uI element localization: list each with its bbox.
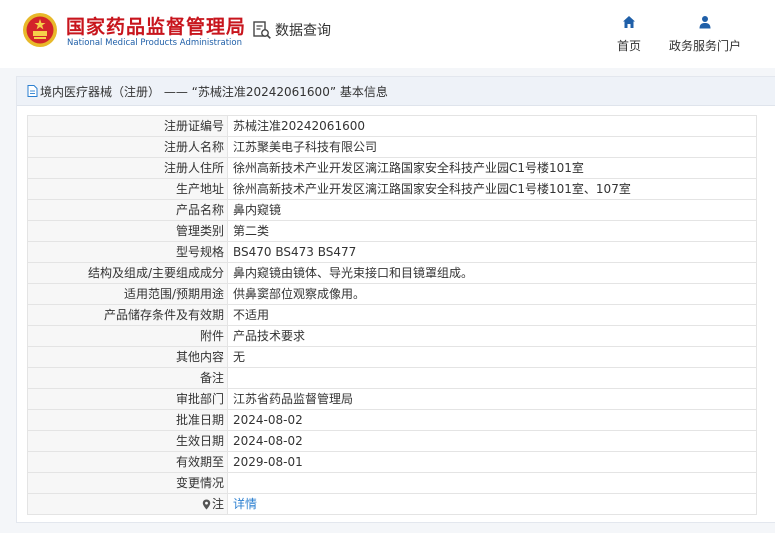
field-label: 注册人住所 (27, 157, 228, 179)
table-row: 有效期至 2029-08-01 (27, 451, 757, 473)
site-header: 国家药品监督管理局 National Medical Products Admi… (0, 0, 775, 68)
site-subtitle: National Medical Products Administration (67, 38, 242, 48)
table-row: 其他内容无 (27, 346, 757, 368)
table-row: 审批部门 江苏省药品监督管理局 (27, 388, 757, 410)
field-label: 有效期至 (27, 451, 228, 473)
field-value: 苏械注准20242061600 (227, 115, 757, 137)
nav-service-label: 政务服务门户 (668, 39, 741, 53)
field-value (227, 472, 757, 494)
field-label: 产品储存条件及有效期 (27, 304, 228, 326)
table-row: 产品名称 鼻内窥镜 (27, 199, 757, 221)
field-label: 管理类别 (27, 220, 228, 242)
field-label: 备注 (27, 367, 228, 389)
field-label: 其他内容 (27, 346, 228, 368)
field-label: 审批部门 (27, 388, 228, 410)
document-search-icon (253, 21, 271, 39)
field-label: 注册证编号 (27, 115, 228, 137)
details-link[interactable]: 详情 (233, 497, 257, 511)
table-row: 注册证编号 苏械注准20242061600 (27, 115, 757, 137)
field-value: BS470 BS473 BS477 (227, 241, 757, 263)
table-row: 注册人名称 江苏聚美电子科技有限公司 (27, 136, 757, 158)
table-row: 产品储存条件及有效期 不适用 (27, 304, 757, 326)
field-label: 生效日期 (27, 430, 228, 452)
field-label: 适用范围/预期用途 (27, 283, 228, 305)
field-label: 结构及组成/主要组成成分 (27, 262, 228, 284)
note-label: 注 (211, 497, 224, 511)
table-row: 变更情况 (27, 472, 757, 494)
field-value: 第二类 (227, 220, 757, 242)
field-value: 供鼻窦部位观察成像用。 (227, 283, 757, 305)
field-label: 型号规格 (27, 241, 228, 263)
nav-home[interactable]: 首页 (612, 14, 646, 54)
field-value (227, 367, 757, 389)
note-label-cell: 注 (27, 493, 228, 515)
data-query-label: 数据查询 (275, 23, 331, 39)
field-label: 批准日期 (27, 409, 228, 431)
table-row: 批准日期 2024-08-02 (27, 409, 757, 431)
field-value: 徐州高新技术产业开发区漓江路国家安全科技产业园C1号楼101室 (227, 157, 757, 179)
field-value: 2024-08-02 (227, 409, 757, 431)
field-label: 注册人名称 (27, 136, 228, 158)
table-row: 附件 产品技术要求 (27, 325, 757, 347)
table-row: 生效日期 2024-08-02 (27, 430, 757, 452)
national-emblem-icon (23, 13, 57, 47)
home-icon (623, 16, 635, 28)
field-value: 2029-08-01 (227, 451, 757, 473)
field-value: 江苏聚美电子科技有限公司 (227, 136, 757, 158)
field-label: 产品名称 (27, 199, 228, 221)
table-row: 注册人住所 徐州高新技术产业开发区漓江路国家安全科技产业园C1号楼101室 (27, 157, 757, 179)
site-title: 国家药品监督管理局 (66, 16, 247, 38)
table-row-note: 注 详情 (27, 493, 757, 515)
field-value: 徐州高新技术产业开发区漓江路国家安全科技产业园C1号楼101室、107室 (227, 178, 757, 200)
field-label: 变更情况 (27, 472, 228, 494)
field-value: 无 (227, 346, 757, 368)
field-label: 附件 (27, 325, 228, 347)
detail-panel: 境内医疗器械（注册） —— “苏械注准20242061600” 基本信息 注册证… (16, 76, 775, 523)
table-row: 生产地址 徐州高新技术产业开发区漓江路国家安全科技产业园C1号楼101室、107室 (27, 178, 757, 200)
nav-home-label: 首页 (616, 39, 641, 53)
table-row: 备注 (27, 367, 757, 389)
table-row: 型号规格 BS470 BS473 BS477 (27, 241, 757, 263)
panel-header: 境内医疗器械（注册） —— “苏械注准20242061600” 基本信息 (17, 77, 775, 106)
table-row: 适用范围/预期用途 供鼻窦部位观察成像用。 (27, 283, 757, 305)
detail-table: 注册证编号 苏械注准20242061600 注册人名称 江苏聚美电子科技有限公司 注… (27, 115, 757, 515)
note-value-cell: 详情 (227, 493, 757, 515)
field-value: 鼻内窥镜 (227, 199, 757, 221)
field-value: 鼻内窥镜由镜体、导光束接口和目镜罩组成。 (227, 262, 757, 284)
field-value: 产品技术要求 (227, 325, 757, 347)
field-value: 江苏省药品监督管理局 (227, 388, 757, 410)
panel-title: 境内医疗器械（注册） —— “苏械注准20242061600” 基本信息 (40, 84, 388, 99)
user-icon (699, 16, 711, 29)
field-value: 2024-08-02 (227, 430, 757, 452)
pin-icon (202, 499, 211, 510)
data-query-link[interactable]: 数据查询 (252, 19, 331, 41)
document-icon (27, 85, 38, 97)
field-value: 不适用 (227, 304, 757, 326)
field-label: 生产地址 (27, 178, 228, 200)
table-row: 管理类别 第二类 (27, 220, 757, 242)
nav-service-portal[interactable]: 政务服务门户 (664, 14, 746, 54)
table-row: 结构及组成/主要组成成分 鼻内窥镜由镜体、导光束接口和目镜罩组成。 (27, 262, 757, 284)
